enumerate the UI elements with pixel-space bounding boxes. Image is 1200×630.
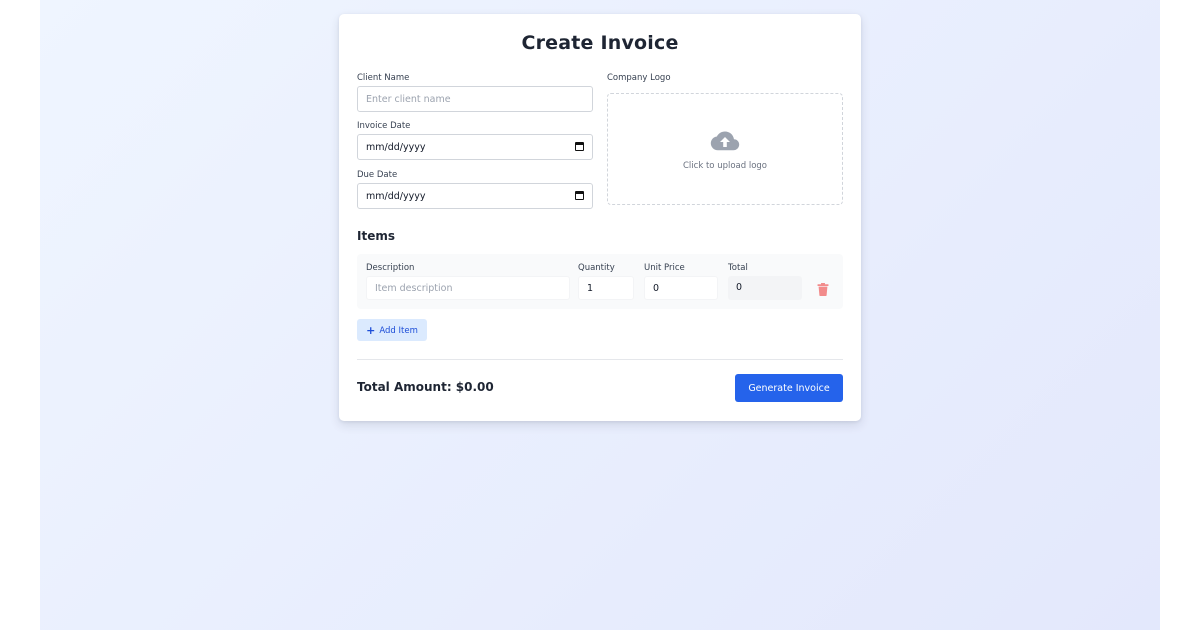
invoice-date-input[interactable]: mm/dd/yyyy <box>357 134 593 160</box>
trash-icon[interactable] <box>817 283 829 296</box>
item-row: Description Quantity Unit Price Total 0 <box>357 254 843 309</box>
invoice-card: Create Invoice Client Name Invoice Date … <box>339 14 861 421</box>
calendar-icon[interactable] <box>575 142 584 151</box>
page-title: Create Invoice <box>521 32 679 54</box>
cloud-upload-icon <box>710 131 740 151</box>
total-column-label: Total <box>728 263 748 273</box>
item-total-value: 0 <box>728 276 802 300</box>
description-column-label: Description <box>366 263 415 273</box>
quantity-column-label: Quantity <box>578 263 615 273</box>
unit-price-column-label: Unit Price <box>644 263 685 273</box>
generate-invoice-button[interactable]: Generate Invoice <box>735 374 843 402</box>
divider <box>357 359 843 360</box>
client-name-label: Client Name <box>357 73 410 83</box>
due-date-input[interactable]: mm/dd/yyyy <box>357 183 593 209</box>
item-description-input[interactable] <box>366 276 570 300</box>
add-item-label: Add Item <box>379 325 418 336</box>
total-amount: Total Amount: $0.00 <box>357 380 494 394</box>
item-quantity-input[interactable] <box>578 276 634 300</box>
add-item-button[interactable]: + Add Item <box>357 319 427 341</box>
due-date-label: Due Date <box>357 170 398 180</box>
plus-icon: + <box>366 323 376 337</box>
logo-upload-dropzone[interactable]: Click to upload logo <box>607 93 843 205</box>
due-date-value: mm/dd/yyyy <box>366 191 426 202</box>
invoice-date-value: mm/dd/yyyy <box>366 142 426 153</box>
calendar-icon[interactable] <box>575 191 584 200</box>
upload-hint: Click to upload logo <box>683 161 767 171</box>
client-name-input[interactable] <box>357 86 593 112</box>
invoice-date-label: Invoice Date <box>357 121 411 131</box>
item-unit-price-input[interactable] <box>644 276 718 300</box>
items-heading: Items <box>357 229 395 243</box>
company-logo-label: Company Logo <box>607 73 671 83</box>
